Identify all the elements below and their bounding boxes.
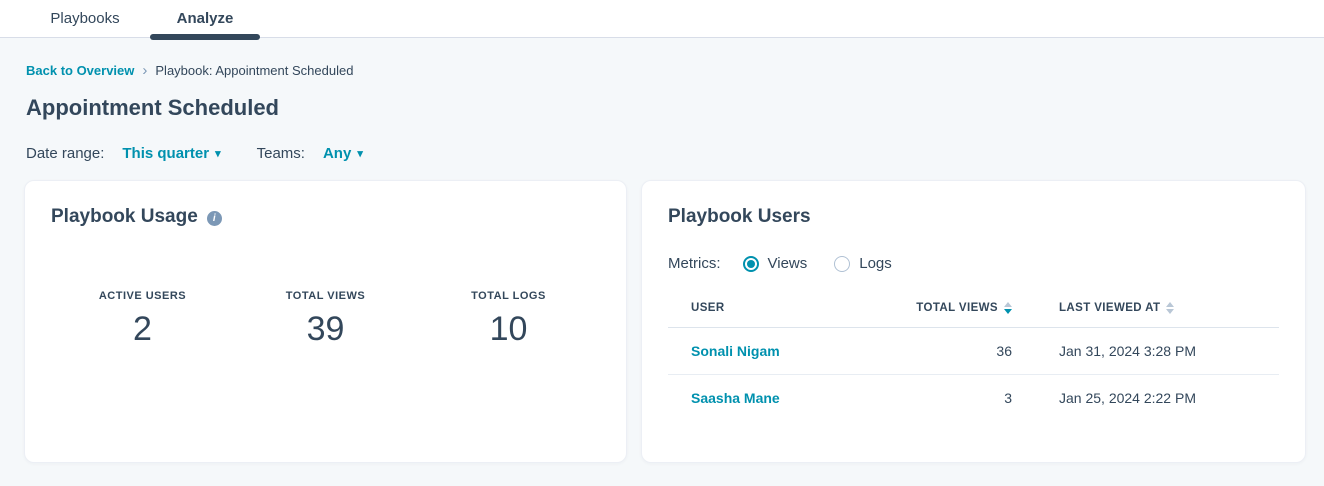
sort-icon[interactable]	[1166, 302, 1174, 314]
tab-analyze[interactable]: Analyze	[150, 0, 260, 37]
user-cell: Sonali Nigam	[691, 343, 892, 359]
active-tab-indicator	[150, 34, 260, 40]
column-header-user: USER	[691, 302, 892, 314]
users-table: USER TOTAL VIEWS LAST VIEWED AT	[668, 302, 1279, 420]
metrics-label: Metrics:	[668, 255, 721, 272]
table-header-row: USER TOTAL VIEWS LAST VIEWED AT	[668, 302, 1279, 328]
metric-option-views[interactable]: Views	[743, 255, 808, 272]
cards-row: Playbook Usage i ACTIVE USERS 2 TOTAL VI…	[24, 180, 1306, 463]
main-content: Back to Overview › Playbook: Appointment…	[0, 38, 1324, 463]
tab-analyze-label: Analyze	[177, 10, 234, 27]
sort-up-arrow-icon	[1166, 302, 1174, 307]
sort-down-arrow-icon	[1004, 309, 1012, 314]
page-title: Appointment Scheduled	[26, 95, 1306, 121]
tab-bar: Playbooks Analyze	[0, 0, 1324, 38]
column-header-total-views[interactable]: TOTAL VIEWS	[892, 302, 1012, 314]
info-icon[interactable]: i	[207, 211, 222, 226]
radio-selected-icon[interactable]	[743, 256, 759, 272]
last-viewed-cell: Jan 31, 2024 3:28 PM	[1012, 343, 1279, 359]
breadcrumb-separator-icon: ›	[142, 63, 147, 78]
stat-total-logs: TOTAL LOGS 10	[417, 290, 600, 349]
teams-value: Any	[323, 145, 351, 162]
tab-playbooks[interactable]: Playbooks	[30, 0, 140, 37]
date-range-dropdown[interactable]: This quarter ▾	[122, 145, 220, 162]
chevron-down-icon: ▾	[215, 147, 221, 160]
usage-card-title: Playbook Usage	[51, 206, 198, 228]
tab-playbooks-label: Playbooks	[50, 10, 119, 27]
stat-value: 10	[417, 310, 600, 349]
stat-value: 2	[51, 310, 234, 349]
metric-option-label: Logs	[859, 255, 892, 272]
stat-active-users: ACTIVE USERS 2	[51, 290, 234, 349]
teams-label: Teams:	[257, 145, 305, 162]
column-header-label: TOTAL VIEWS	[916, 302, 998, 314]
user-cell: Saasha Mane	[691, 390, 892, 406]
total-views-cell: 3	[892, 390, 1012, 406]
date-range-value: This quarter	[122, 145, 209, 162]
breadcrumb-current: Playbook: Appointment Scheduled	[155, 63, 353, 78]
metrics-toggle-row: Metrics: Views Logs	[668, 255, 1279, 272]
stat-label: TOTAL VIEWS	[234, 290, 417, 302]
table-row: Sonali Nigam 36 Jan 31, 2024 3:28 PM	[668, 328, 1279, 374]
user-link[interactable]: Saasha Mane	[691, 390, 780, 406]
breadcrumb: Back to Overview › Playbook: Appointment…	[26, 63, 1306, 78]
sort-down-arrow-icon	[1166, 309, 1174, 314]
user-link[interactable]: Sonali Nigam	[691, 343, 780, 359]
stat-label: TOTAL LOGS	[417, 290, 600, 302]
last-viewed-cell: Jan 25, 2024 2:22 PM	[1012, 390, 1279, 406]
radio-unselected-icon[interactable]	[834, 256, 850, 272]
column-header-label: USER	[691, 302, 725, 314]
total-views-cell: 36	[892, 343, 1012, 359]
metric-option-logs[interactable]: Logs	[834, 255, 892, 272]
usage-card-header: Playbook Usage i	[51, 206, 600, 228]
metric-option-label: Views	[768, 255, 808, 272]
column-header-label: LAST VIEWED AT	[1059, 302, 1160, 314]
usage-stats: ACTIVE USERS 2 TOTAL VIEWS 39 TOTAL LOGS…	[51, 290, 600, 349]
sort-up-arrow-icon	[1004, 302, 1012, 307]
chevron-down-icon: ▾	[357, 147, 363, 160]
stat-label: ACTIVE USERS	[51, 290, 234, 302]
stat-total-views: TOTAL VIEWS 39	[234, 290, 417, 349]
playbook-usage-card: Playbook Usage i ACTIVE USERS 2 TOTAL VI…	[24, 180, 627, 463]
stat-value: 39	[234, 310, 417, 349]
date-range-label: Date range:	[26, 145, 104, 162]
playbook-users-card: Playbook Users Metrics: Views Logs USER	[641, 180, 1306, 463]
teams-dropdown[interactable]: Any ▾	[323, 145, 363, 162]
table-row: Saasha Mane 3 Jan 25, 2024 2:22 PM	[668, 374, 1279, 420]
column-header-last-viewed-at[interactable]: LAST VIEWED AT	[1012, 302, 1279, 314]
filters-row: Date range: This quarter ▾ Teams: Any ▾	[26, 145, 1306, 162]
table-body: Sonali Nigam 36 Jan 31, 2024 3:28 PM Saa…	[668, 328, 1279, 420]
sort-icon[interactable]	[1004, 302, 1012, 314]
users-card-title: Playbook Users	[668, 206, 1279, 228]
back-to-overview-link[interactable]: Back to Overview	[26, 63, 134, 78]
